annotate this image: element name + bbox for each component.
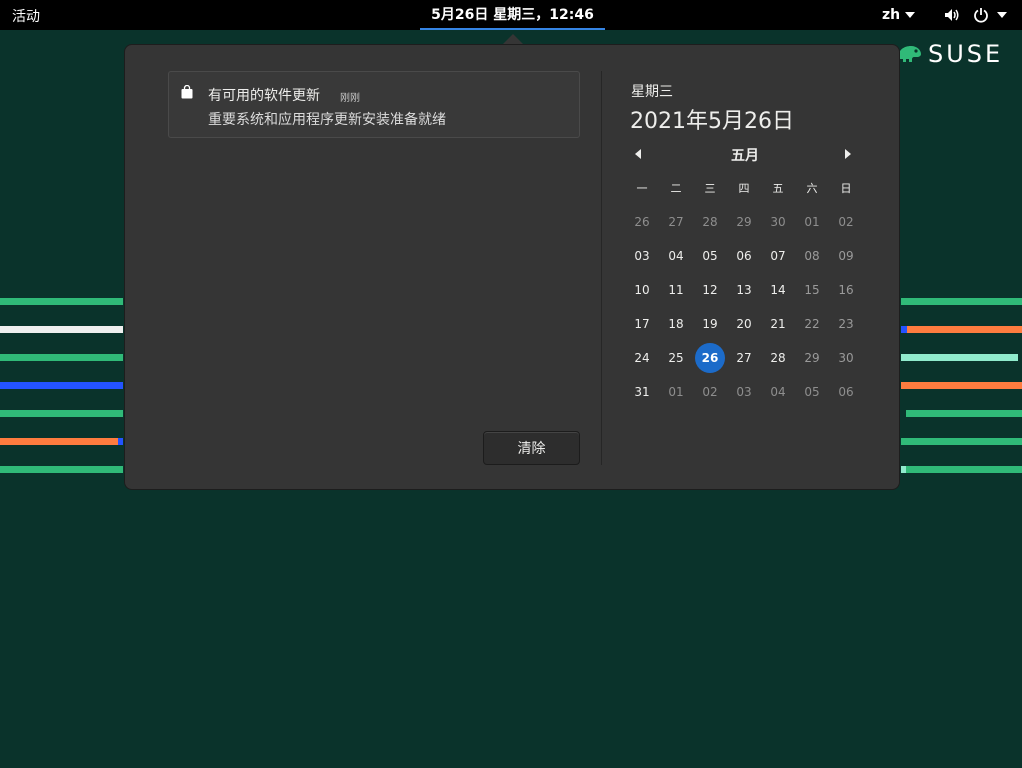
calendar-day[interactable]: 17 [627,309,657,339]
calendar-day[interactable]: 27 [661,207,691,237]
calendar-week-row: 26 27 28 29 30 01 02 [625,205,865,239]
calendar-day[interactable]: 04 [763,377,793,407]
calendar-day[interactable]: 29 [729,207,759,237]
chevron-down-icon [905,12,916,18]
calendar-day[interactable]: 10 [627,275,657,305]
language-label: zh [882,7,901,23]
calendar-day[interactable]: 06 [831,377,861,407]
calendar-weeks: 26 27 28 29 30 01 02 03 04 05 06 07 08 09 10 11 12 13 14 15… [625,205,865,409]
calendar-day[interactable]: 11 [661,275,691,305]
weekday-header-row: 一二三四五六日 [625,171,865,205]
calendar-day[interactable]: 23 [831,309,861,339]
calendar-date[interactable]: 2021年5月26日 [630,103,794,135]
clear-button[interactable]: 清除 [483,431,580,465]
calendar-day[interactable]: 09 [831,241,861,271]
calendar-day[interactable]: 31 [627,377,657,407]
volume-icon[interactable] [944,8,960,26]
calendar-weekday: 星期三 [631,84,673,100]
calendar-day[interactable]: 07 [763,241,793,271]
calendar-week-row: 17 18 19 20 21 22 23 [625,307,865,341]
calendar-day[interactable]: 25 [661,343,691,373]
weekday-header: 一 [636,182,648,195]
previous-month-icon[interactable] [635,149,641,159]
calendar-day[interactable]: 03 [729,377,759,407]
notification-title: 有可用的软件更新 [208,88,320,104]
calendar-week-row: 03 04 05 06 07 08 09 [625,239,865,273]
calendar-day[interactable]: 15 [797,275,827,305]
calendar-day[interactable]: 21 [763,309,793,339]
calendar-week-row: 24 25 26 27 28 29 30 [625,341,865,375]
calendar-day[interactable]: 22 [797,309,827,339]
calendar-day[interactable]: 18 [661,309,691,339]
calendar-day[interactable]: 28 [695,207,725,237]
notification-time: 刚刚 [340,93,360,104]
weekday-header: 五 [772,182,784,195]
calendar-day[interactable]: 05 [695,241,725,271]
clock-button[interactable]: 5月26日 星期三，12:46 [420,0,605,30]
calendar-day[interactable]: 20 [729,309,759,339]
divider [601,71,602,465]
calendar-day[interactable]: 27 [729,343,759,373]
weekday-header: 日 [840,182,852,195]
calendar-day[interactable]: 06 [729,241,759,271]
notification-card[interactable]: 有可用的软件更新 刚刚 重要系统和应用程序更新安装准备就绪 [168,71,580,138]
calendar-day[interactable]: 16 [831,275,861,305]
calendar-day[interactable]: 26 [627,207,657,237]
calendar-day[interactable]: 14 [763,275,793,305]
calendar-day[interactable]: 28 [763,343,793,373]
calendar-day[interactable]: 08 [797,241,827,271]
calendar-day[interactable]: 01 [797,207,827,237]
popover-arrow [503,34,523,44]
input-method-menu[interactable]: zh [882,7,916,23]
month-label: 五月 [731,148,759,164]
calendar-day[interactable]: 05 [797,377,827,407]
notification-body: 重要系统和应用程序更新安装准备就绪 [208,112,446,128]
calendar-day[interactable]: 03 [627,241,657,271]
weekday-header: 四 [738,182,750,195]
calendar-day[interactable]: 02 [831,207,861,237]
calendar-week-row: 31 01 02 03 04 05 06 [625,375,865,409]
power-icon [974,8,988,23]
month-navigation: 五月 [625,145,865,165]
calendar-day[interactable]: 29 [797,343,827,373]
calendar-grid: 一二三四五六日 26 27 28 29 30 01 02 03 04 05 06 07 08 09 10 11… [625,171,865,409]
weekday-header: 三 [704,182,716,195]
top-bar: 活动 5月26日 星期三，12:46 zh [0,0,1022,30]
activities-button[interactable]: 活动 [12,6,40,26]
calendar-day-today[interactable]: 26 [695,343,725,373]
weekday-header: 二 [670,182,682,195]
shopping-bag-icon [181,84,193,103]
chevron-down-icon [997,12,1007,18]
suse-logo: SUSE [896,40,1003,68]
calendar-day[interactable]: 30 [831,343,861,373]
calendar-day[interactable]: 12 [695,275,725,305]
clock-label: 5月26日 星期三，12:46 [431,7,594,23]
calendar-day[interactable]: 04 [661,241,691,271]
calendar-day[interactable]: 02 [695,377,725,407]
suse-logo-text: SUSE [928,40,1004,68]
weekday-header: 六 [806,182,818,195]
system-menu[interactable] [973,7,1007,23]
calendar-day[interactable]: 19 [695,309,725,339]
calendar-day[interactable]: 30 [763,207,793,237]
datetime-popover: 有可用的软件更新 刚刚 重要系统和应用程序更新安装准备就绪 清除 星期三 202… [124,44,900,490]
calendar-day[interactable]: 24 [627,343,657,373]
next-month-icon[interactable] [845,149,851,159]
calendar-day[interactable]: 13 [729,275,759,305]
calendar-day[interactable]: 01 [661,377,691,407]
calendar-week-row: 10 11 12 13 14 15 16 [625,273,865,307]
